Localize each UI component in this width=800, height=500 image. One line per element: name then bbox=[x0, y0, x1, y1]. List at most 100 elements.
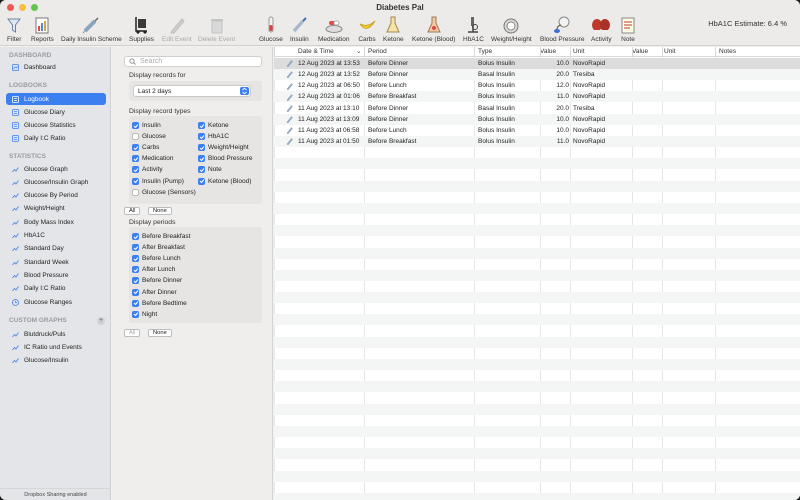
checkbox-blood-pressure[interactable]: Blood Pressure bbox=[198, 155, 252, 163]
table-row[interactable]: 12 Aug 2023 at 06:50 Before Lunch Bolus In… bbox=[274, 80, 800, 91]
table-row[interactable]: 11 Aug 2023 at 13:09 Before Dinner Bolus I… bbox=[274, 113, 800, 125]
sidebar-item-ic-ratio-und-events[interactable]: IC Ratio und Events bbox=[6, 341, 106, 353]
checkbox-before-bedtime[interactable]: Before Bedtime bbox=[132, 299, 187, 307]
checkbox-insulin-pump[interactable]: Insulin (Pump) bbox=[132, 177, 184, 185]
checkbox-night[interactable]: Night bbox=[132, 310, 157, 318]
sidebar-item-glucose-statistics[interactable]: Glucose Statistics bbox=[6, 120, 106, 132]
checkbox-before-breakfast[interactable]: Before Breakfast bbox=[132, 233, 190, 240]
checkbox-insulin[interactable]: Insulin bbox=[132, 122, 161, 129]
table-row[interactable]: 12 Aug 2023 at 13:52 Before Dinner Basal I… bbox=[274, 69, 800, 81]
checkbox-label: Glucose (Sensors) bbox=[142, 188, 196, 196]
types-all-button[interactable]: All bbox=[124, 207, 141, 215]
sidebar-item-logbook[interactable]: Logbook bbox=[6, 93, 106, 105]
checkbox-weight-height[interactable]: Weight/Height bbox=[198, 144, 249, 152]
checkbox-after-dinner[interactable]: After Dinner bbox=[132, 288, 177, 296]
banana-icon bbox=[358, 15, 376, 34]
ketone-blood-button[interactable]: Ketone (Blood) bbox=[412, 15, 455, 43]
checkbox-hba1c[interactable]: HbA1C bbox=[198, 133, 229, 141]
empty-table-row bbox=[274, 425, 800, 437]
periods-none-button[interactable]: None bbox=[148, 329, 172, 337]
filter-button[interactable]: Filter bbox=[7, 15, 21, 43]
column-header-type-2[interactable]: Type bbox=[478, 47, 492, 57]
table-row[interactable]: 11 Aug 2023 at 13:10 Before Dinner Basal I… bbox=[274, 103, 800, 114]
reports-button[interactable]: Reports bbox=[31, 15, 54, 43]
table-row[interactable]: 12 Aug 2023 at 13:53 Before Dinner Bolus I… bbox=[274, 58, 800, 69]
checkbox-medication[interactable]: Medication bbox=[132, 155, 174, 163]
checkbox-activity[interactable]: Activity bbox=[132, 166, 163, 174]
note-button[interactable]: Note bbox=[621, 15, 635, 43]
column-header-unit-4[interactable]: Unit bbox=[573, 47, 585, 57]
glucose-button[interactable]: Glucose bbox=[259, 15, 283, 43]
sidebar-item-glucose-insulin-graph[interactable]: Glucose/Insulin Graph bbox=[6, 176, 106, 188]
sidebar-item-glucose-ranges[interactable]: Glucose Ranges bbox=[6, 296, 106, 308]
list-icon bbox=[12, 122, 19, 129]
sidebar-item-dashboard[interactable]: Dashboard bbox=[6, 61, 106, 73]
checkbox-label: Medication bbox=[142, 155, 174, 163]
supplies-button[interactable]: Supplies bbox=[129, 15, 154, 43]
sidebar-item-daily-i-c-ratio[interactable]: Daily I:C Ratio bbox=[6, 283, 106, 295]
empty-table-row bbox=[274, 403, 800, 415]
display-records-for-label: Display records for bbox=[129, 72, 186, 79]
activity-button[interactable]: Activity bbox=[591, 15, 612, 43]
sidebar-item-standard-week[interactable]: Standard Week bbox=[6, 256, 106, 268]
insulin-button[interactable]: Insulin bbox=[290, 15, 309, 43]
checkbox-after-lunch[interactable]: After Lunch bbox=[132, 266, 175, 274]
sidebar-item-glucose-by-period[interactable]: Glucose By Period bbox=[6, 190, 106, 202]
checkbox-glucose-sensors[interactable]: Glucose (Sensors) bbox=[132, 188, 196, 196]
periods-all-button[interactable]: All bbox=[124, 329, 141, 337]
dropbox-status: Dropbox Sharing enabled bbox=[0, 488, 111, 500]
blood-pressure-button[interactable]: Blood Pressure bbox=[540, 15, 584, 43]
checkbox-ketone-blood[interactable]: Ketone (Blood) bbox=[198, 177, 251, 185]
checkbox-note[interactable]: Note bbox=[198, 166, 222, 174]
sidebar-item-blutdruck-puls[interactable]: Blutdruck/Puls bbox=[6, 328, 106, 340]
graph-icon bbox=[12, 166, 19, 173]
insulin-pen-icon bbox=[291, 15, 308, 34]
sidebar-item-hba1c[interactable]: HbA1C bbox=[6, 230, 106, 242]
add-custom-graph-button[interactable]: + bbox=[97, 317, 105, 325]
checkbox-before-dinner[interactable]: Before Dinner bbox=[132, 277, 182, 285]
sidebar-item-standard-day[interactable]: Standard Day bbox=[6, 243, 106, 255]
edit-event-button[interactable]: Edit Event bbox=[162, 15, 192, 43]
records-for-select[interactable]: Last 2 days bbox=[133, 85, 251, 97]
checkmark-icon bbox=[132, 277, 139, 285]
medication-button[interactable]: Medication bbox=[318, 15, 349, 43]
column-header-date-time-0[interactable]: Date & Time bbox=[298, 47, 334, 57]
column-header-value-3[interactable]: Value bbox=[540, 47, 556, 57]
checkbox-after-breakfast[interactable]: After Breakfast bbox=[132, 244, 185, 252]
weight-height-button[interactable]: Weight/Height bbox=[491, 15, 532, 43]
sort-descending-icon[interactable]: ⌄ bbox=[356, 47, 361, 57]
types-none-button[interactable]: None bbox=[148, 207, 172, 215]
checkbox-label: Before Bedtime bbox=[142, 299, 187, 307]
column-header-unit-6[interactable]: Unit bbox=[664, 47, 676, 57]
checkbox-carbs[interactable]: Carbs bbox=[132, 144, 159, 152]
daily-insulin-scheme-button[interactable]: Daily Insulin Scheme bbox=[61, 15, 122, 43]
cell-type: Basal Insulin bbox=[478, 71, 515, 79]
cell-period: Before Lunch bbox=[368, 126, 407, 134]
checkmark-icon bbox=[132, 177, 139, 185]
pencil-icon bbox=[286, 80, 293, 91]
column-header-notes-7[interactable]: Notes bbox=[719, 47, 736, 57]
checkbox-before-lunch[interactable]: Before Lunch bbox=[132, 255, 181, 263]
delete-event-button[interactable]: Delete Event bbox=[198, 15, 235, 43]
table-row[interactable]: 12 Aug 2023 at 01:06 Before Breakfast Bolu… bbox=[274, 91, 800, 103]
cell-date: 11 Aug 2023 at 01:50 bbox=[298, 138, 360, 146]
table-row[interactable]: 11 Aug 2023 at 01:50 Before Breakfast Bolu… bbox=[274, 136, 800, 148]
sidebar-item-glucose-diary[interactable]: Glucose Diary bbox=[6, 106, 106, 118]
sidebar-item-glucose-insulin[interactable]: Glucose/Insulin bbox=[6, 355, 106, 367]
sidebar-item-glucose-graph[interactable]: Glucose Graph bbox=[6, 163, 106, 175]
search-field[interactable]: Search bbox=[124, 56, 262, 67]
table-row[interactable]: 11 Aug 2023 at 06:58 Before Lunch Bolus In… bbox=[274, 125, 800, 136]
ketone-button[interactable]: Ketone bbox=[383, 15, 404, 43]
sidebar-item-daily-i-c-ratio[interactable]: Daily I:C Ratio bbox=[6, 133, 106, 145]
checkbox-glucose[interactable]: Glucose bbox=[132, 133, 166, 141]
sidebar-item-body-mass-index[interactable]: Body Mass Index bbox=[6, 216, 106, 228]
column-header-period-1[interactable]: Period bbox=[368, 47, 387, 57]
column-header-value-5[interactable]: Value bbox=[632, 47, 648, 57]
sidebar-item-blood-pressure[interactable]: Blood Pressure bbox=[6, 269, 106, 281]
carbs-button[interactable]: Carbs bbox=[358, 15, 376, 43]
sidebar-item-weight-height[interactable]: Weight/Height bbox=[6, 203, 106, 215]
checkbox-ketone[interactable]: Ketone bbox=[198, 122, 229, 129]
hba1c-button[interactable]: HbA1C bbox=[463, 15, 484, 43]
chevron-updown-icon bbox=[240, 87, 249, 95]
checkbox-label: HbA1C bbox=[208, 133, 229, 141]
